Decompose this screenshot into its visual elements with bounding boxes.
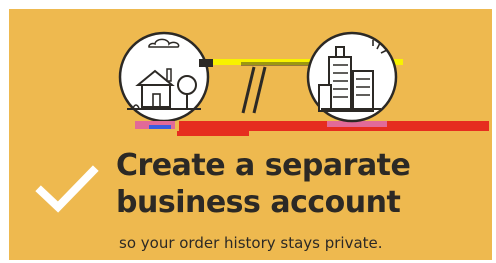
- house-to-business-illustration: [118, 31, 489, 136]
- promo-card: Create a separate business account so yo…: [9, 9, 492, 260]
- subline: so your order history stays private.: [119, 234, 383, 252]
- headline-line-1: Create a separate: [116, 148, 411, 183]
- office-buildings-icon: [306, 31, 398, 123]
- checkmark-icon: [35, 165, 99, 213]
- slash-divider: [241, 66, 267, 114]
- headline-line-2: business account: [116, 185, 401, 220]
- house-icon: [118, 31, 210, 123]
- headline: Create a separate business account: [116, 147, 486, 221]
